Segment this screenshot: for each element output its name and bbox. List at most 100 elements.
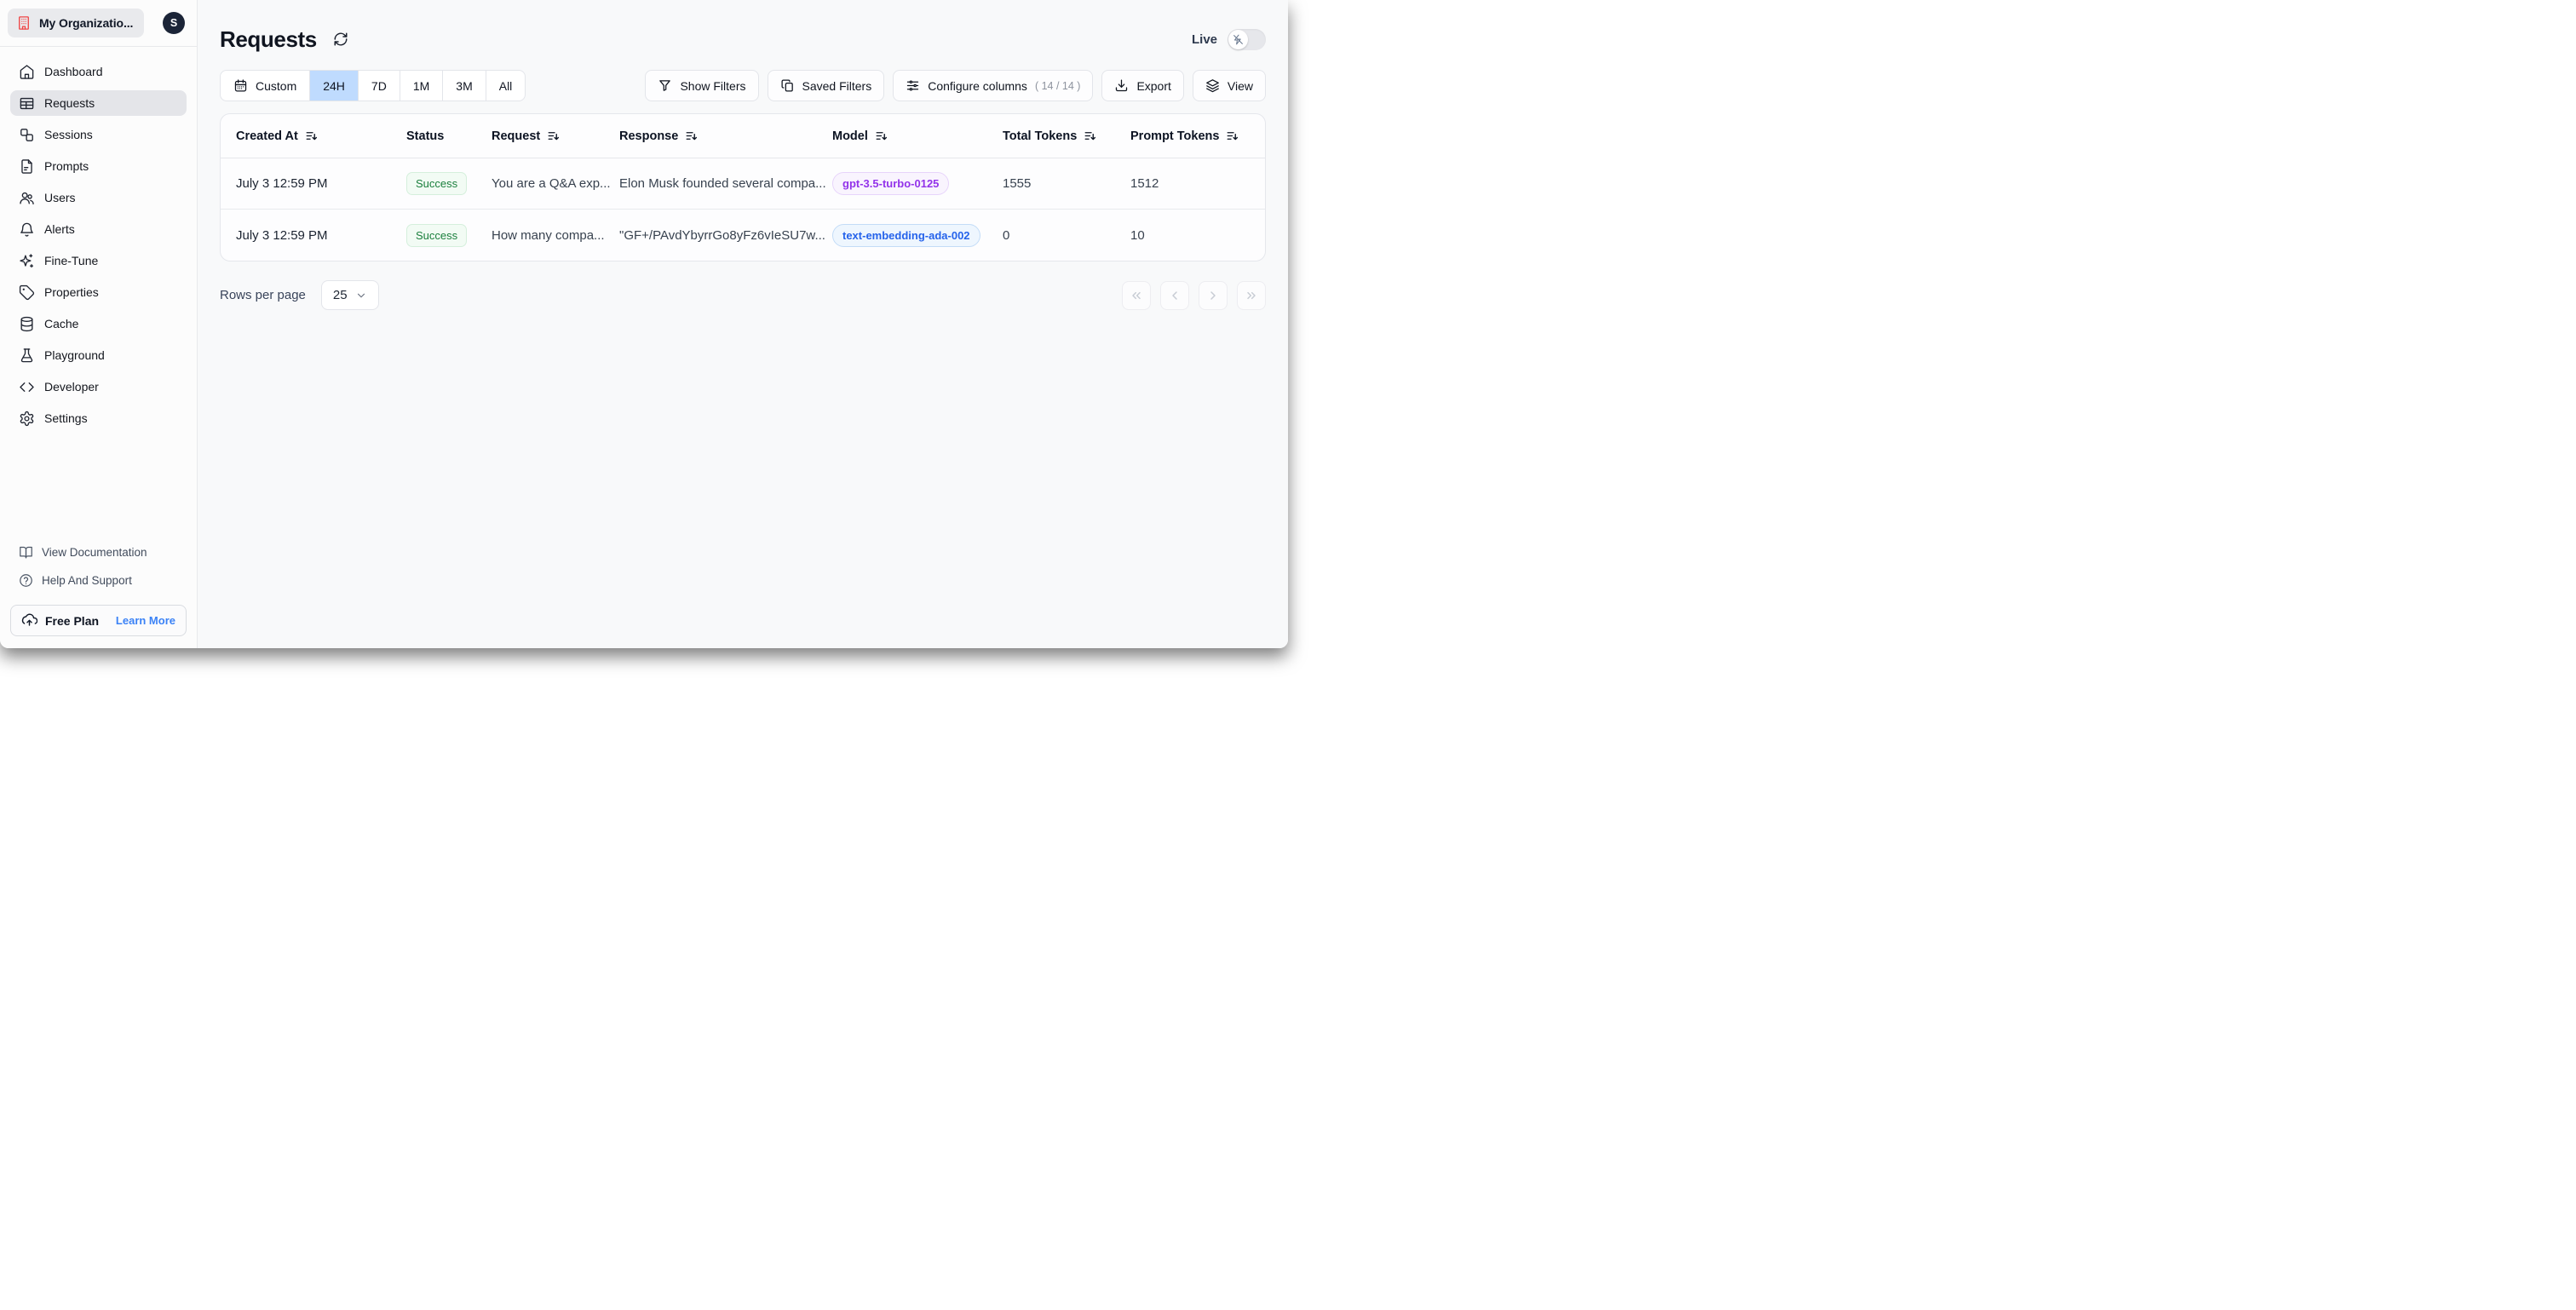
column-header-total-tokens[interactable]: Total Tokens bbox=[1003, 129, 1130, 143]
sidebar-item-label: Dashboard bbox=[44, 65, 103, 78]
sidebar-item-alerts[interactable]: Alerts bbox=[10, 216, 187, 242]
chevron-right-icon bbox=[1206, 289, 1220, 302]
rows-per-page-label: Rows per page bbox=[220, 288, 306, 302]
sort-icon bbox=[685, 129, 698, 142]
database-icon bbox=[19, 316, 35, 332]
sidebar-item-label: Settings bbox=[44, 411, 88, 425]
requests-table: Created At Status Request Response Model bbox=[220, 113, 1266, 261]
time-range-3m[interactable]: 3M bbox=[443, 71, 486, 101]
sort-icon bbox=[875, 129, 888, 142]
export-button[interactable]: Export bbox=[1101, 70, 1184, 101]
first-page-button[interactable] bbox=[1122, 280, 1151, 310]
sliders-icon bbox=[906, 78, 920, 93]
model-badge: gpt-3.5-turbo-0125 bbox=[832, 172, 950, 195]
column-header-response[interactable]: Response bbox=[619, 129, 832, 143]
page-title: Requests bbox=[220, 26, 317, 52]
saved-filters-label: Saved Filters bbox=[802, 78, 872, 93]
sidebar-item-cache[interactable]: Cache bbox=[10, 311, 187, 336]
sort-icon bbox=[1226, 129, 1239, 142]
app-window: My Organizatio... S Dashboard Requests S… bbox=[0, 0, 1288, 648]
sparkles-icon bbox=[19, 253, 35, 269]
saved-filters-button[interactable]: Saved Filters bbox=[767, 70, 885, 101]
sidebar-item-label: Requests bbox=[44, 96, 95, 110]
topbar: Requests Live bbox=[220, 22, 1266, 56]
cell-response: Elon Musk founded several compa... bbox=[619, 176, 826, 191]
cell-total-tokens: 0 bbox=[1003, 227, 1010, 243]
sidebar-item-label: Properties bbox=[44, 285, 99, 299]
time-range-24h[interactable]: 24H bbox=[310, 71, 359, 101]
tag-icon bbox=[19, 284, 35, 301]
table-header-row: Created At Status Request Response Model bbox=[221, 114, 1265, 158]
help-and-support-link[interactable]: Help And Support bbox=[10, 568, 187, 592]
org-name: My Organizatio... bbox=[39, 16, 134, 30]
sidebar-item-fine-tune[interactable]: Fine-Tune bbox=[10, 248, 187, 273]
column-header-prompt-tokens[interactable]: Prompt Tokens bbox=[1130, 129, 1265, 143]
column-header-status[interactable]: Status bbox=[406, 129, 492, 143]
toolbar-actions: Show Filters Saved Filters Configure col… bbox=[645, 70, 1266, 101]
previous-page-button[interactable] bbox=[1160, 280, 1189, 310]
export-label: Export bbox=[1136, 78, 1171, 93]
sidebar-item-requests[interactable]: Requests bbox=[10, 90, 187, 116]
rows-per-page-select[interactable]: 25 bbox=[320, 280, 379, 310]
cell-status: Success bbox=[406, 223, 492, 247]
configure-columns-button[interactable]: Configure columns ( 14 / 14 ) bbox=[893, 70, 1094, 101]
footer-link-label: Help And Support bbox=[42, 573, 132, 587]
sidebar-footer-links: View Documentation Help And Support bbox=[0, 540, 197, 596]
time-range-1m[interactable]: 1M bbox=[400, 71, 444, 101]
configure-columns-count: ( 14 / 14 ) bbox=[1034, 79, 1081, 92]
time-range-all[interactable]: All bbox=[486, 71, 526, 101]
cell-created-at: July 3 12:59 PM bbox=[236, 176, 328, 191]
sidebar-item-developer[interactable]: Developer bbox=[10, 374, 187, 399]
sort-icon bbox=[547, 129, 560, 142]
sidebar-item-label: Cache bbox=[44, 317, 79, 330]
bell-icon bbox=[19, 221, 35, 238]
last-page-button[interactable] bbox=[1237, 280, 1266, 310]
cell-prompt-tokens: 1512 bbox=[1130, 176, 1159, 191]
next-page-button[interactable] bbox=[1199, 280, 1228, 310]
rows-per-page-value: 25 bbox=[332, 288, 348, 302]
time-range-label: Custom bbox=[256, 78, 297, 93]
sidebar-item-sessions[interactable]: Sessions bbox=[10, 122, 187, 147]
funnel-icon bbox=[658, 78, 672, 93]
live-label: Live bbox=[1191, 32, 1217, 47]
sidebar-item-dashboard[interactable]: Dashboard bbox=[10, 59, 187, 84]
time-range-custom[interactable]: Custom bbox=[221, 71, 311, 101]
sidebar: My Organizatio... S Dashboard Requests S… bbox=[0, 0, 198, 648]
show-filters-button[interactable]: Show Filters bbox=[645, 70, 759, 101]
home-icon bbox=[19, 64, 35, 80]
sidebar-item-playground[interactable]: Playground bbox=[10, 342, 187, 368]
column-header-created-at[interactable]: Created At bbox=[236, 129, 406, 143]
learn-more-link[interactable]: Learn More bbox=[116, 614, 175, 627]
model-badge: text-embedding-ada-002 bbox=[832, 223, 980, 247]
cell-response: "GF+/PAvdYbyrrGo8yFz6vIeSU7w... bbox=[619, 227, 825, 243]
table-row[interactable]: July 3 12:59 PM Success You are a Q&A ex… bbox=[221, 158, 1265, 210]
refresh-button[interactable] bbox=[331, 30, 350, 49]
column-header-model[interactable]: Model bbox=[832, 129, 1003, 143]
sort-icon bbox=[1084, 129, 1096, 142]
sidebar-item-settings[interactable]: Settings bbox=[10, 405, 187, 431]
footer-link-label: View Documentation bbox=[42, 545, 147, 559]
view-button[interactable]: View bbox=[1192, 70, 1266, 101]
sidebar-item-users[interactable]: Users bbox=[10, 185, 187, 210]
live-toggle[interactable] bbox=[1228, 28, 1266, 50]
sidebar-item-prompts[interactable]: Prompts bbox=[10, 153, 187, 179]
sidebar-item-properties[interactable]: Properties bbox=[10, 279, 187, 305]
cell-total-tokens: 1555 bbox=[1003, 176, 1032, 191]
gear-icon bbox=[19, 411, 35, 427]
cell-created-at: July 3 12:59 PM bbox=[236, 227, 328, 243]
time-range-7d[interactable]: 7D bbox=[359, 71, 400, 101]
plan-box[interactable]: Free Plan Learn More bbox=[10, 605, 187, 636]
sort-icon bbox=[305, 129, 318, 142]
calendar-icon bbox=[233, 78, 248, 93]
download-icon bbox=[1114, 78, 1129, 93]
column-header-request[interactable]: Request bbox=[492, 129, 619, 143]
sidebar-item-label: Sessions bbox=[44, 128, 93, 141]
chevron-left-icon bbox=[1168, 289, 1182, 302]
view-documentation-link[interactable]: View Documentation bbox=[10, 540, 187, 564]
question-circle-icon bbox=[19, 573, 33, 588]
table-row[interactable]: July 3 12:59 PM Success How many compa..… bbox=[221, 210, 1265, 261]
cell-status: Success bbox=[406, 172, 492, 195]
column-label: Status bbox=[406, 129, 445, 143]
org-switcher-button[interactable]: My Organizatio... bbox=[8, 9, 145, 37]
user-avatar[interactable]: S bbox=[163, 12, 185, 34]
